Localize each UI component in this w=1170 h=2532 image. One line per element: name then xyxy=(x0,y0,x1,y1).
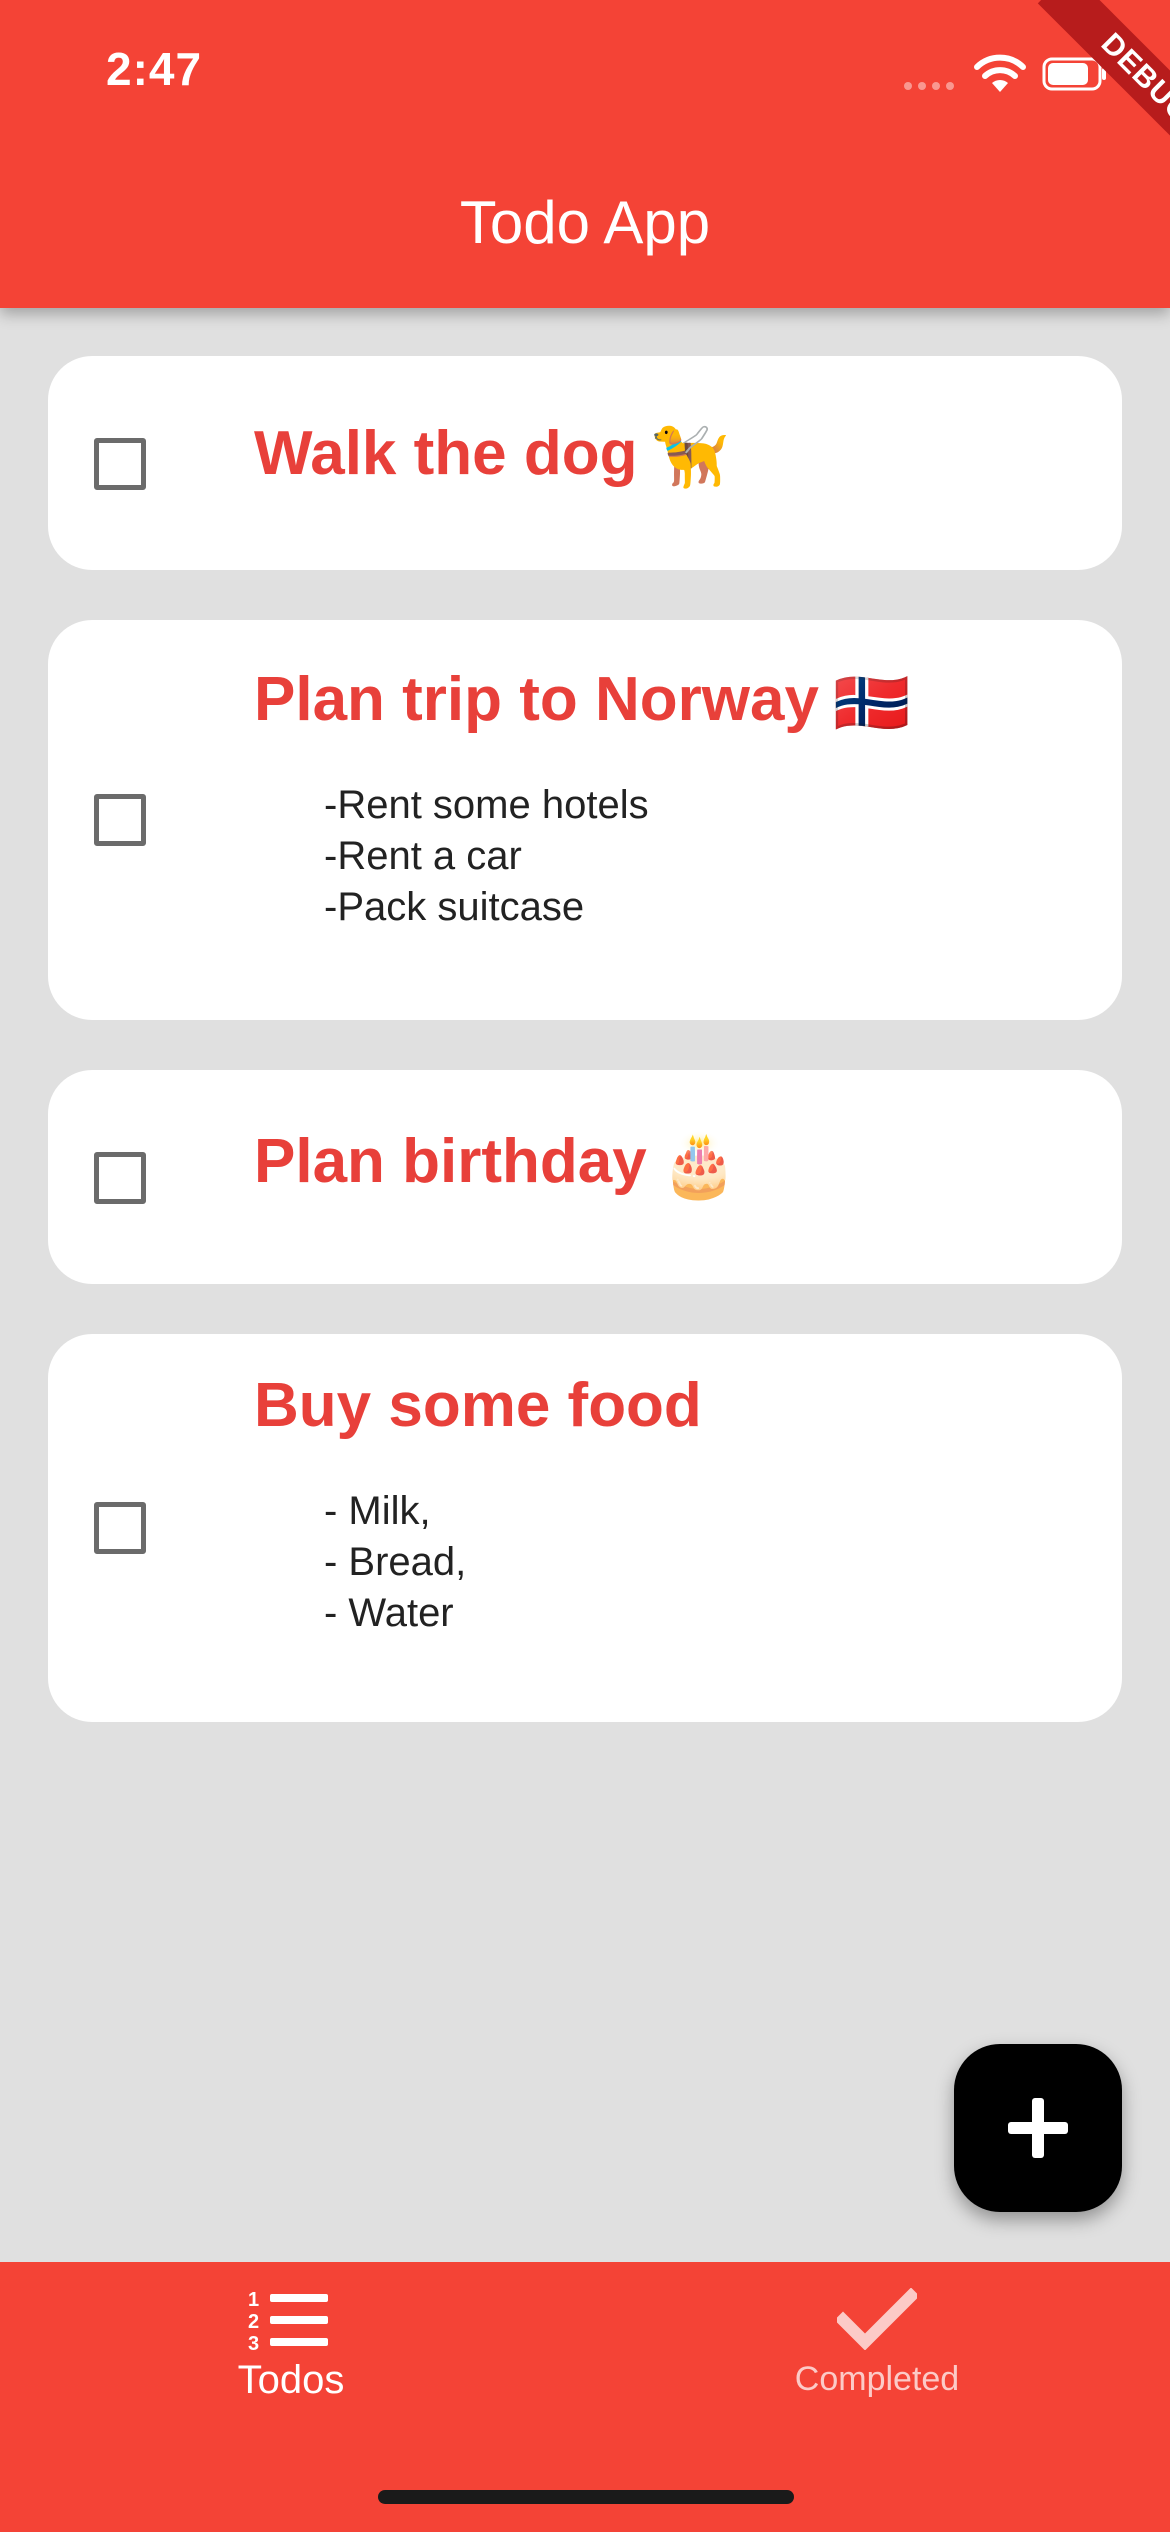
svg-text:2: 2 xyxy=(248,2311,259,2333)
birthday-cake-icon: 🎂 xyxy=(660,1131,738,1201)
tab-completed-label: Completed xyxy=(794,2360,960,2398)
todo-notes: - Milk, - Bread, - Water xyxy=(324,1489,467,1635)
todo-notes: -Rent some hotels -Rent a car -Pack suit… xyxy=(324,783,649,929)
todo-app-screen: 2:47 DEBUG Todo App Walk the dog 🦮 Plan … xyxy=(0,0,1170,2532)
todo-checkbox[interactable] xyxy=(94,794,146,846)
tab-todos-label: Todos xyxy=(237,2358,345,2402)
guide-dog-icon: 🦮 xyxy=(651,423,729,493)
tab-todos[interactable]: 1 2 3 Todos xyxy=(141,2288,441,2403)
todo-card[interactable]: Walk the dog 🦮 xyxy=(48,356,1122,570)
debug-label: DEBUG xyxy=(1037,0,1170,188)
todo-title: Plan trip to Norway 🇳🇴 xyxy=(254,665,911,739)
status-time: 2:47 xyxy=(106,43,203,95)
svg-text:1: 1 xyxy=(248,2289,259,2311)
todo-card[interactable]: Plan trip to Norway 🇳🇴 -Rent some hotels … xyxy=(48,620,1122,1020)
page-title: Todo App xyxy=(459,189,711,256)
check-icon xyxy=(837,2288,917,2350)
add-todo-button[interactable] xyxy=(954,2044,1122,2212)
app-bar: 2:47 DEBUG Todo App xyxy=(0,0,1170,308)
todo-card[interactable]: Buy some food - Milk, - Bread, - Water xyxy=(48,1334,1122,1722)
todo-title: Walk the dog 🦮 xyxy=(254,419,729,493)
plus-icon xyxy=(1008,2098,1068,2158)
todo-title: Plan birthday 🎂 xyxy=(254,1127,738,1201)
todo-checkbox[interactable] xyxy=(94,438,146,490)
norway-flag-icon: 🇳🇴 xyxy=(832,669,911,739)
debug-banner: DEBUG xyxy=(980,0,1170,190)
svg-text:3: 3 xyxy=(248,2333,259,2354)
todo-card[interactable]: Plan birthday 🎂 xyxy=(48,1070,1122,1284)
todo-checkbox[interactable] xyxy=(94,1152,146,1204)
home-indicator xyxy=(378,2490,794,2504)
tab-completed[interactable]: Completed xyxy=(727,2288,1027,2399)
numbered-list-icon: 1 2 3 xyxy=(248,2289,328,2354)
cellular-signal-icon xyxy=(904,82,954,90)
todo-title: Buy some food xyxy=(254,1371,702,1440)
todo-checkbox[interactable] xyxy=(94,1502,146,1554)
